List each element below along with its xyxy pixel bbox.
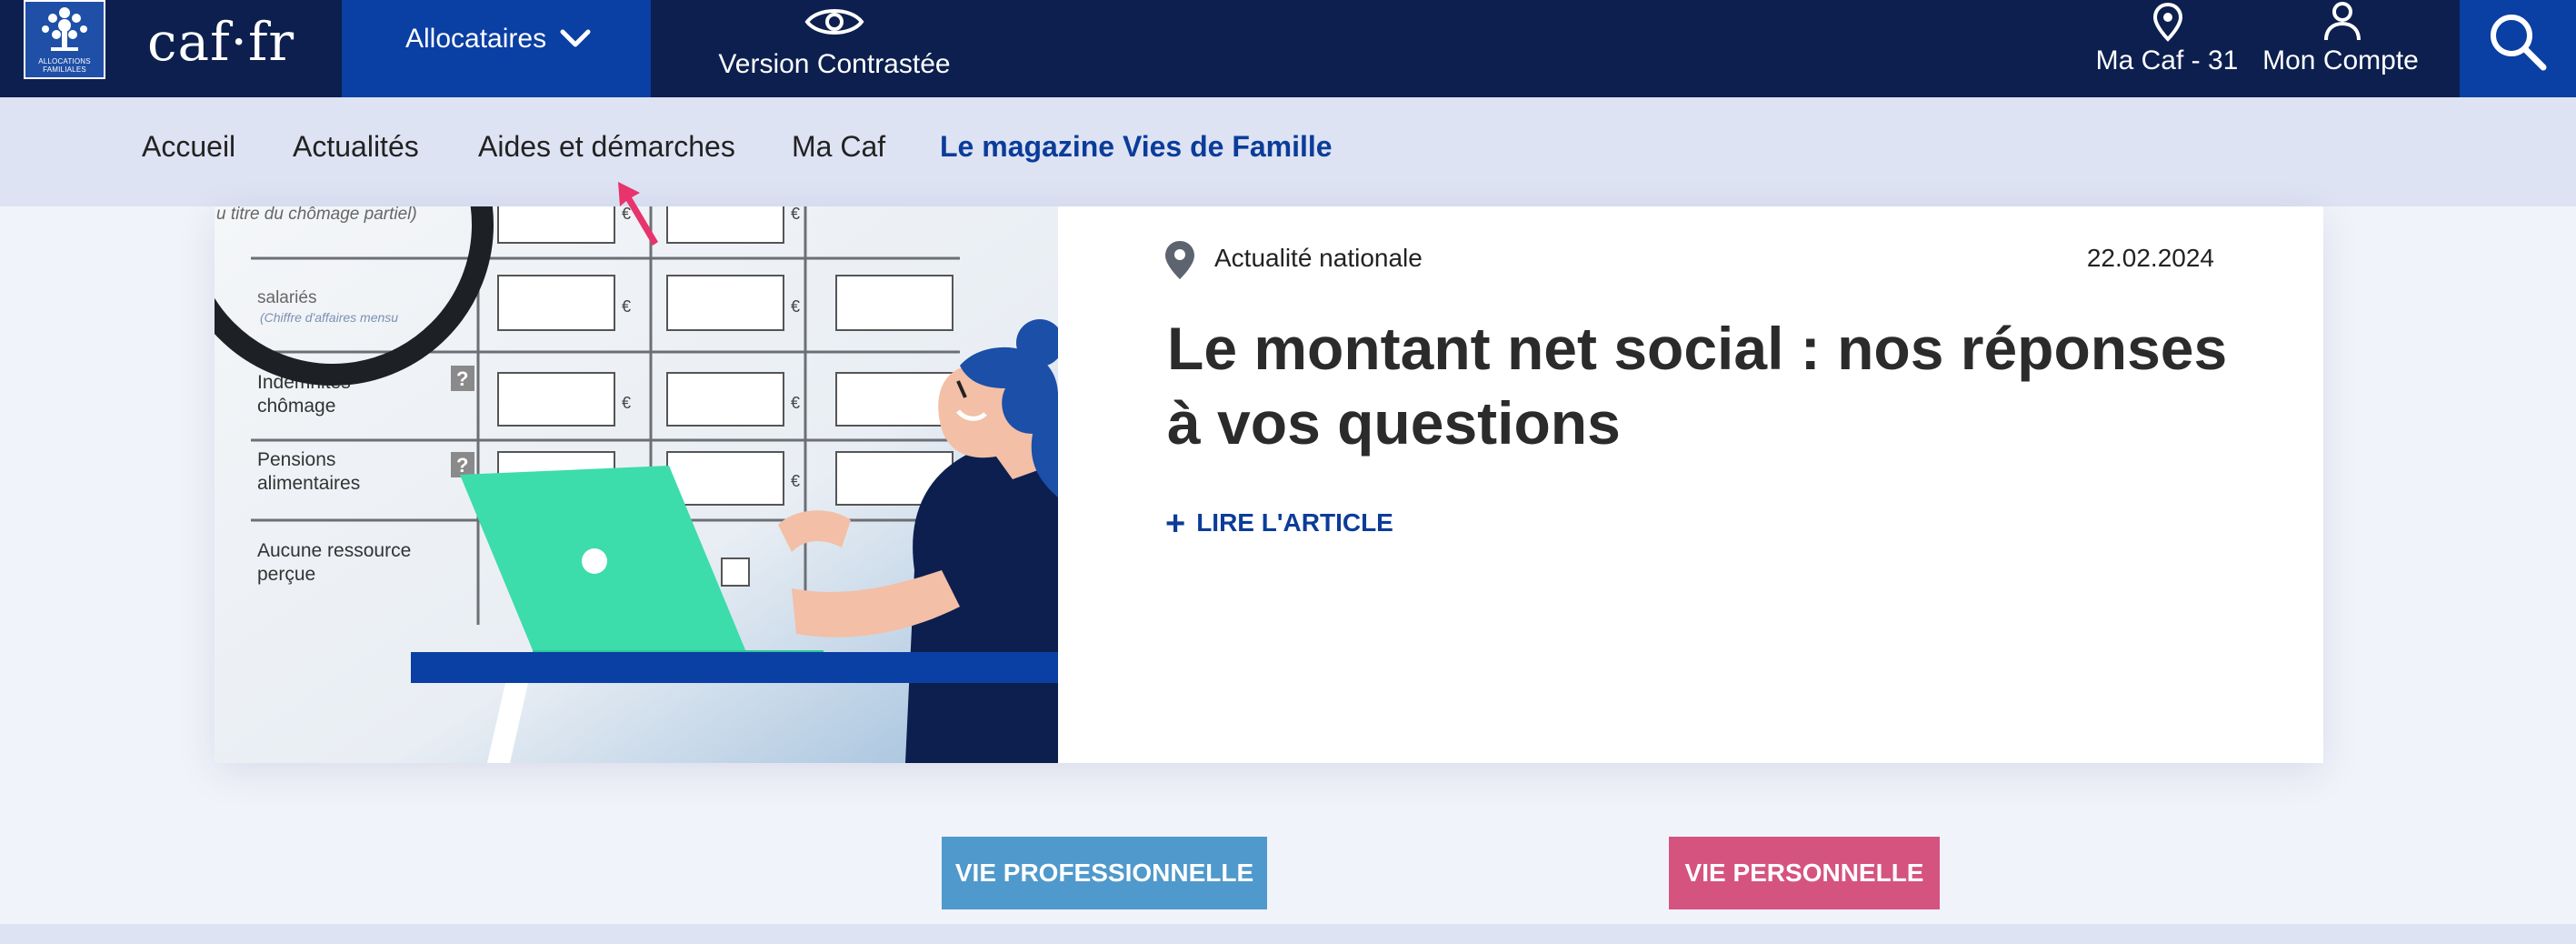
svg-text:€: € xyxy=(791,206,800,223)
plus-icon: + xyxy=(1165,505,1186,543)
mouse-cursor-icon xyxy=(618,182,658,246)
nav-item-ma-caf[interactable]: Ma Caf xyxy=(792,130,885,164)
search-button[interactable] xyxy=(2460,0,2576,97)
user-icon xyxy=(2324,2,2361,41)
location-pin-icon xyxy=(1165,241,1194,279)
allocataires-menu-button[interactable]: Allocataires xyxy=(342,0,651,97)
svg-text:€: € xyxy=(791,297,800,316)
svg-text:Pensions: Pensions xyxy=(257,449,335,470)
nav-item-actualites[interactable]: Actualités xyxy=(293,130,419,164)
nav-item-magazine[interactable]: Le magazine Vies de Famille xyxy=(940,130,1333,164)
svg-text:(Chiffre d'affaires mensu: (Chiffre d'affaires mensu xyxy=(260,310,398,325)
nav-item-aides-demarches[interactable]: Aides et démarches xyxy=(478,130,735,164)
family-tree-icon xyxy=(42,7,87,51)
svg-text:alimentaires: alimentaires xyxy=(257,473,360,494)
contrast-mode-toggle[interactable]: Version Contrastée xyxy=(707,0,962,97)
svg-text:€: € xyxy=(791,394,800,412)
svg-text:?: ? xyxy=(456,454,468,477)
article-date: 22.02.2024 xyxy=(2086,244,2214,272)
read-article-label: LIRE L'ARTICLE xyxy=(1196,508,1393,537)
form-laptop-illustration: u titre du chômage partiel) salariés (Ch… xyxy=(215,206,1058,763)
local-caf-link[interactable]: Ma Caf - 31 xyxy=(2091,0,2243,97)
svg-text:€: € xyxy=(622,394,631,412)
top-bar: ALLOCATIONS FAMILIALES caf·fr Allocatair… xyxy=(0,0,2576,97)
allocataires-label: Allocataires xyxy=(405,24,547,54)
search-icon xyxy=(2491,15,2547,71)
nav-item-accueil[interactable]: Accueil xyxy=(142,130,235,164)
article-title[interactable]: Le montant net social : nos réponses à v… xyxy=(1167,311,2258,460)
chevron-down-icon xyxy=(560,29,591,47)
article-card[interactable]: u titre du chômage partiel) salariés (Ch… xyxy=(215,206,2323,763)
article-category: Actualité nationale xyxy=(1214,244,1423,272)
main-navigation: Accueil Actualités Aides et démarches Ma… xyxy=(0,97,2576,206)
local-caf-label: Ma Caf - 31 xyxy=(2095,45,2239,75)
vie-professionnelle-button[interactable]: VIE PROFESSIONNELLE xyxy=(942,837,1267,909)
svg-text:salariés: salariés xyxy=(257,288,316,307)
svg-text:u titre du chômage partiel): u titre du chômage partiel) xyxy=(216,206,417,224)
svg-text:€: € xyxy=(791,472,800,490)
svg-text:Aucune ressource: Aucune ressource xyxy=(257,540,411,561)
read-article-link[interactable]: + LIRE L'ARTICLE xyxy=(1165,505,1393,544)
account-link[interactable]: Mon Compte xyxy=(2254,0,2427,97)
svg-text:chômage: chômage xyxy=(257,396,335,417)
site-brand[interactable]: caf·fr xyxy=(147,11,295,73)
svg-text:perçue: perçue xyxy=(257,564,315,585)
contrast-label: Version Contrastée xyxy=(718,49,951,79)
logo-caption: ALLOCATIONS FAMILIALES xyxy=(38,57,91,74)
svg-text:?: ? xyxy=(456,367,468,390)
section-divider xyxy=(0,924,2576,944)
location-pin-icon xyxy=(2152,2,2183,42)
caf-logo[interactable]: ALLOCATIONS FAMILIALES xyxy=(24,0,105,79)
account-label: Mon Compte xyxy=(2262,45,2419,75)
vie-personnelle-button[interactable]: VIE PERSONNELLE xyxy=(1669,837,1940,909)
eye-icon xyxy=(804,9,864,35)
article-illustration: u titre du chômage partiel) salariés (Ch… xyxy=(215,206,1058,763)
svg-text:€: € xyxy=(622,297,631,316)
